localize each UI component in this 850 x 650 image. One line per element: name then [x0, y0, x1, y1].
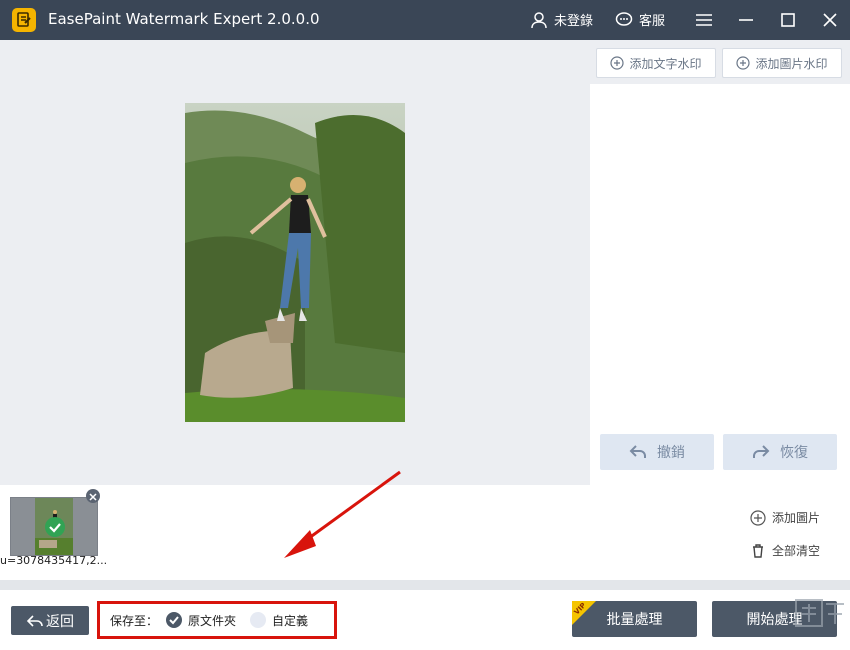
title-bar: EasePaint Watermark Expert 2.0.0.0 未登錄 客… — [0, 0, 850, 40]
chat-icon — [615, 11, 633, 26]
custom-folder-label[interactable]: 自定義 — [272, 612, 308, 629]
batch-process-button[interactable]: VIP 批量處理 — [572, 601, 697, 637]
watermark-toolbar: 添加文字水印 添加圖片水印 — [590, 40, 850, 84]
back-button[interactable]: 返回 — [11, 606, 89, 635]
login-button[interactable]: 未登錄 — [530, 10, 593, 29]
user-icon — [531, 11, 547, 28]
login-label: 未登錄 — [554, 14, 594, 29]
thumbnail-strip: u=3078435417,2... 添加圖片 全部清空 — [0, 485, 850, 580]
undo-button[interactable]: 撤銷 — [600, 434, 714, 470]
add-image-watermark-button[interactable]: 添加圖片水印 — [722, 48, 842, 78]
remove-thumbnail-button[interactable] — [86, 489, 100, 503]
close-button[interactable] — [820, 10, 840, 30]
service-label: 客服 — [639, 14, 666, 29]
close-icon — [89, 493, 97, 501]
original-folder-radio[interactable] — [166, 612, 183, 628]
vip-badge-icon: VIP — [572, 601, 596, 625]
add-image-button[interactable]: 添加圖片 — [750, 509, 820, 526]
close-icon — [823, 13, 837, 27]
add-image-watermark-label: 添加圖片水印 — [755, 56, 828, 71]
trash-icon — [753, 543, 763, 558]
add-image-label: 添加圖片 — [772, 511, 821, 525]
site-watermark-logo — [795, 599, 844, 627]
preview-photo — [185, 103, 405, 422]
maximize-icon — [781, 13, 795, 27]
redo-label: 恢復 — [780, 445, 808, 461]
minimize-icon — [739, 19, 753, 21]
original-folder-label[interactable]: 原文件夾 — [188, 612, 236, 629]
custom-folder-radio[interactable] — [250, 612, 267, 628]
preview-canvas[interactable] — [0, 40, 590, 485]
annotation-arrow — [284, 470, 401, 558]
back-arrow-icon — [26, 614, 43, 627]
save-to-label: 保存至： — [110, 613, 159, 628]
clear-all-label: 全部清空 — [772, 544, 821, 558]
plus-circle-icon — [750, 509, 766, 526]
plus-circle-icon — [736, 56, 751, 70]
batch-process-label: 批量處理 — [606, 612, 663, 628]
redo-icon — [753, 445, 770, 458]
app-logo-icon — [12, 8, 36, 32]
minimize-button[interactable] — [736, 10, 756, 30]
thumbnail-filename: u=3078435417,2... — [0, 554, 108, 567]
plus-circle-icon — [610, 56, 625, 70]
add-text-watermark-label: 添加文字水印 — [629, 56, 702, 71]
redo-button[interactable]: 恢復 — [723, 434, 837, 470]
add-text-watermark-button[interactable]: 添加文字水印 — [596, 48, 716, 78]
clear-all-button[interactable]: 全部清空 — [750, 542, 820, 559]
app-title: EasePaint Watermark Expert 2.0.0.0 — [48, 10, 320, 28]
right-panel: 添加文字水印 添加圖片水印 撤銷 恢復 — [590, 40, 850, 485]
back-label: 返回 — [46, 613, 74, 630]
divider — [0, 580, 850, 590]
save-location-group: 保存至： 原文件夾 自定義 — [97, 601, 337, 639]
menu-icon — [696, 14, 712, 26]
image-thumbnail[interactable] — [10, 497, 98, 556]
bottom-bar: 返回 保存至： 原文件夾 自定義 VIP 批量處理 開始處理 — [0, 590, 850, 650]
menu-button[interactable] — [694, 10, 714, 30]
undo-label: 撤銷 — [657, 445, 685, 461]
maximize-button[interactable] — [778, 10, 798, 30]
selected-check-icon — [45, 517, 65, 537]
customer-service-button[interactable]: 客服 — [615, 10, 665, 29]
undo-icon — [629, 445, 646, 458]
